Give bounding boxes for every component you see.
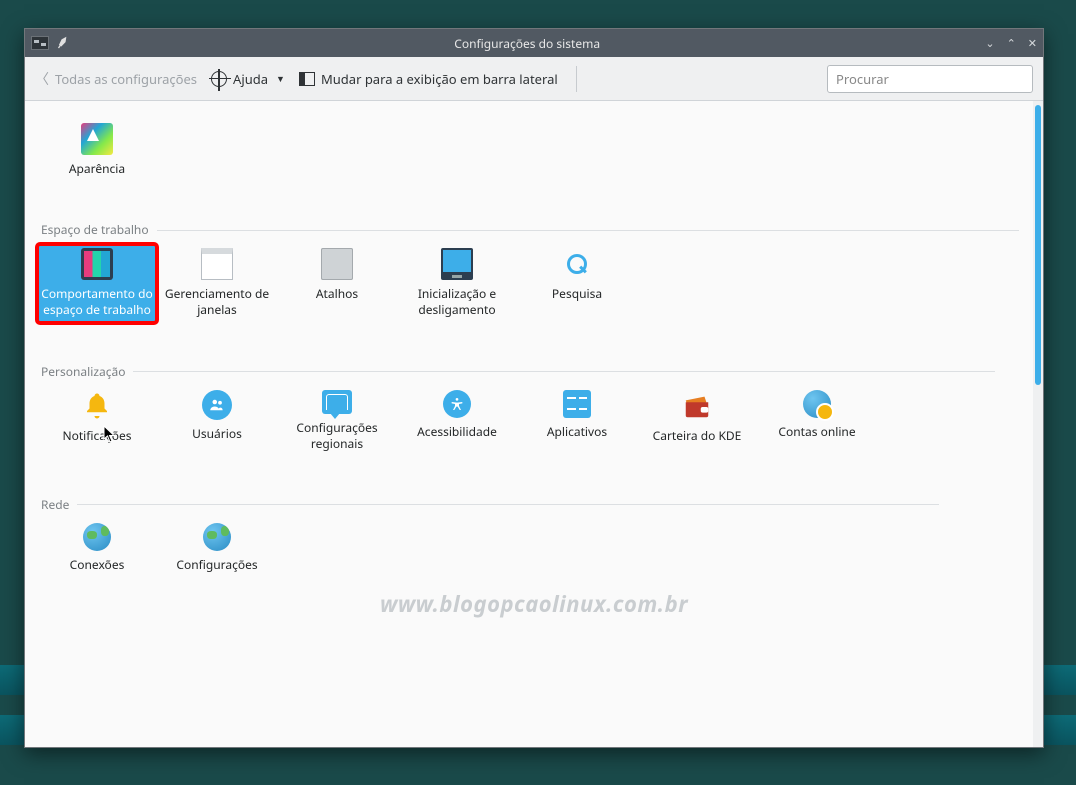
back-label: Todas as configurações [55, 70, 197, 88]
window-management-icon [201, 248, 233, 280]
section-title-personalization: Personalização [41, 363, 1023, 380]
titlebar[interactable]: Configurações do sistema ⌄ ⌃ ✕ [25, 29, 1043, 57]
category-kde-wallet[interactable]: Carteira do KDE [637, 386, 757, 456]
search-icon [561, 248, 593, 280]
bell-icon [81, 390, 113, 422]
search-placeholder: Procurar [836, 70, 889, 88]
minimize-button[interactable]: ⌄ [985, 36, 994, 51]
grid-workspace: Comportamento do espaço de trabalho Gere… [37, 244, 1023, 322]
grid-personalization: Notificações Usuários Configurações regi… [37, 386, 1023, 456]
chevron-left-icon: 〈 [35, 69, 49, 89]
wallet-icon [681, 390, 713, 422]
category-label: Notificações [62, 428, 131, 444]
section-title-workspace: Espaço de trabalho [41, 221, 1023, 238]
category-users[interactable]: Usuários [157, 386, 277, 456]
workspace-behavior-icon [81, 248, 113, 280]
category-network-settings[interactable]: Configurações [157, 519, 277, 577]
system-settings-window: Configurações do sistema ⌄ ⌃ ✕ 〈 Todas a… [24, 28, 1044, 748]
startup-icon [441, 248, 473, 280]
category-window-management[interactable]: Gerenciamento de janelas [157, 244, 277, 322]
category-label: Inicialização e desligamento [401, 286, 513, 318]
grid-network: Conexões Configurações [37, 519, 1023, 577]
category-notifications[interactable]: Notificações [37, 386, 157, 456]
category-regional[interactable]: Configurações regionais [277, 386, 397, 456]
content-area: Aparência Espaço de trabalho Comportamen… [25, 101, 1043, 747]
category-label: Comportamento do espaço de trabalho [41, 286, 153, 318]
section-title-network: Rede [41, 496, 1023, 513]
shortcuts-icon [321, 248, 353, 280]
globe-icon [203, 523, 231, 551]
back-button: 〈 Todas as configurações [35, 69, 197, 89]
sidebar-view-icon [299, 72, 315, 86]
online-accounts-icon [803, 390, 831, 418]
scrollbar[interactable] [1033, 101, 1043, 747]
category-label: Aparência [69, 161, 125, 177]
scrollbar-thumb[interactable] [1035, 105, 1041, 385]
category-search[interactable]: Pesquisa [517, 244, 637, 322]
users-icon [202, 390, 232, 420]
close-button[interactable]: ✕ [1028, 36, 1037, 51]
category-label: Conexões [70, 557, 125, 573]
help-menu[interactable]: Ajuda ▼ [211, 70, 285, 88]
category-label: Usuários [192, 426, 242, 442]
pin-icon[interactable] [55, 36, 69, 50]
toolbar: 〈 Todas as configurações Ajuda ▼ Mudar p… [25, 57, 1043, 101]
category-label: Configurações regionais [281, 420, 393, 452]
category-label: Gerenciamento de janelas [161, 286, 273, 318]
category-accessibility[interactable]: Acessibilidade [397, 386, 517, 456]
category-label: Configurações [176, 557, 257, 573]
category-label: Aplicativos [547, 424, 607, 440]
help-icon [211, 71, 227, 87]
category-shortcuts[interactable]: Atalhos [277, 244, 397, 322]
category-connections[interactable]: Conexões [37, 519, 157, 577]
category-label: Carteira do KDE [653, 428, 742, 444]
category-label: Acessibilidade [417, 424, 497, 440]
window-controls: ⌄ ⌃ ✕ [985, 36, 1037, 51]
maximize-button[interactable]: ⌃ [1007, 36, 1016, 51]
regional-icon [322, 390, 352, 414]
apps-icon [563, 390, 591, 418]
category-applications[interactable]: Aplicativos [517, 386, 637, 456]
toolbar-divider [576, 66, 577, 92]
chevron-down-icon: ▼ [276, 72, 285, 85]
category-workspace-behavior[interactable]: Comportamento do espaço de trabalho [37, 244, 157, 322]
category-label: Atalhos [316, 286, 358, 302]
category-appearance[interactable]: Aparência [37, 119, 157, 181]
category-label: Pesquisa [552, 286, 602, 302]
appearance-icon [81, 123, 113, 155]
accessibility-icon [443, 390, 471, 418]
category-label: Contas online [778, 424, 855, 440]
category-online-accounts[interactable]: Contas online [757, 386, 877, 456]
app-icon [31, 36, 49, 50]
search-input[interactable]: Procurar [827, 65, 1033, 93]
globe-icon [83, 523, 111, 551]
switch-sidebar-view-button[interactable]: Mudar para a exibição em barra lateral [299, 70, 558, 88]
category-startup-shutdown[interactable]: Inicialização e desligamento [397, 244, 517, 322]
scroll-area[interactable]: Aparência Espaço de trabalho Comportamen… [25, 101, 1033, 747]
window-title: Configurações do sistema [77, 35, 977, 52]
